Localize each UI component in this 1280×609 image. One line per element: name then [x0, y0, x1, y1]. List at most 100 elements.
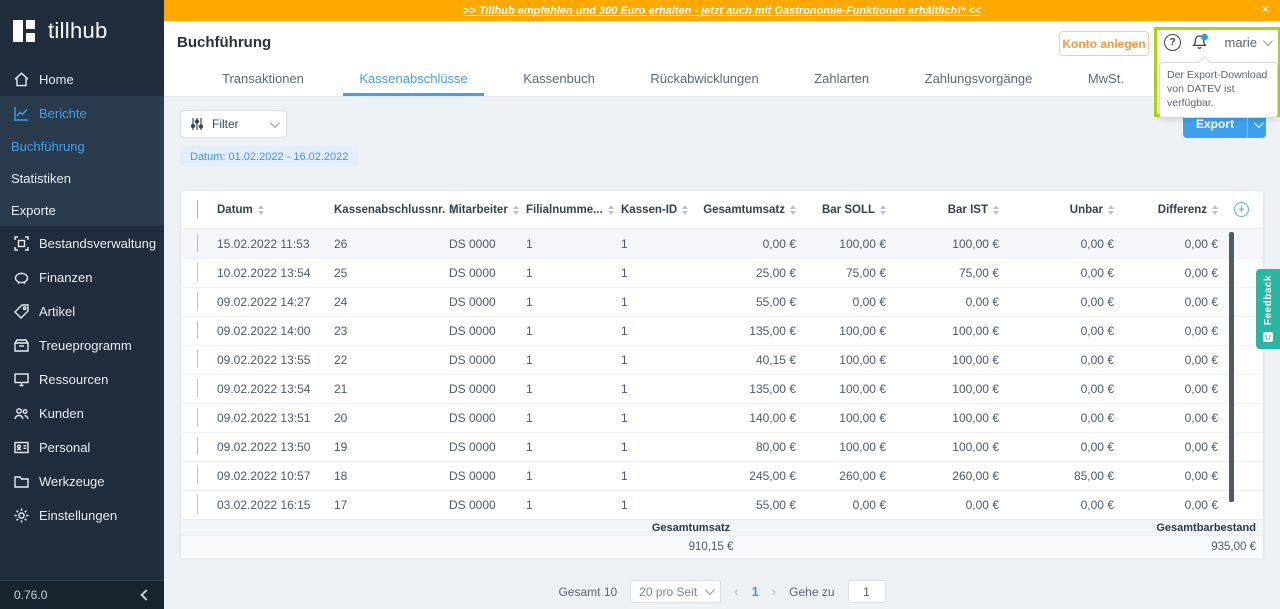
- table-row[interactable]: 03.02.2022 16:15 17 DS 0000 1 1 55,00 € 0,00 €…: [181, 490, 1263, 519]
- sidebar-item-treueprogramm[interactable]: Treueprogramm: [0, 328, 164, 362]
- main-content: Filter Datum: 01.02.2022 - 16.02.2022 Ex…: [164, 97, 1280, 609]
- sidebar-item-buchfuhrung[interactable]: Buchführung: [0, 130, 164, 162]
- expand-row-icon[interactable]: [197, 408, 198, 426]
- tab-ruckabwicklungen[interactable]: Rückabwicklungen: [634, 64, 774, 96]
- expand-row-icon[interactable]: [197, 292, 198, 310]
- sidebar-item-berichte[interactable]: Berichte: [0, 96, 164, 130]
- table-row[interactable]: 15.02.2022 11:53 26 DS 0000 1 1 0,00 € 100,00 …: [181, 229, 1263, 258]
- notifications-bell-icon[interactable]: [1190, 33, 1209, 52]
- column-header-bar-soll[interactable]: Bar SOLL: [804, 204, 894, 216]
- table-row[interactable]: 09.02.2022 13:50 19 DS 0000 1 1 80,00 € 100,00…: [181, 432, 1263, 461]
- sort-icon[interactable]: [607, 204, 614, 215]
- tab-kassenabschlusse[interactable]: Kassenabschlüsse: [343, 64, 484, 96]
- sidebar-item-label: Werkzeuge: [39, 473, 105, 489]
- close-banner-icon[interactable]: ✕: [1261, 3, 1270, 16]
- sidebar-item-bestandsverwaltung[interactable]: Bestandsverwaltung: [0, 226, 164, 260]
- total-umsatz-label: Gesamtumsatz: [651, 522, 731, 534]
- cell-gesamtumsatz: 245,00 €: [749, 469, 796, 483]
- expand-all-icon[interactable]: [197, 199, 198, 218]
- collapse-sidebar-icon[interactable]: [140, 589, 152, 601]
- sort-icon[interactable]: [880, 204, 886, 215]
- column-label: Gesamtumsatz: [703, 203, 785, 216]
- column-header-gesamtumsatz[interactable]: Gesamtumsatz: [699, 204, 804, 216]
- tab-transaktionen[interactable]: Transaktionen: [206, 64, 320, 96]
- help-icon[interactable]: ?: [1164, 34, 1181, 51]
- app-logo[interactable]: tillhub: [0, 0, 164, 62]
- sidebar-item-exporte[interactable]: Exporte: [0, 194, 164, 226]
- sort-icon[interactable]: [790, 204, 796, 215]
- table-row[interactable]: 09.02.2022 14:00 23 DS 0000 1 1 135,00 € 100,0…: [181, 316, 1263, 345]
- sidebar-item-werkzeuge[interactable]: Werkzeuge: [0, 464, 164, 498]
- user-menu[interactable]: marie: [1224, 35, 1273, 50]
- cell-differenz: 0,00 €: [1184, 266, 1218, 280]
- sort-icon[interactable]: [1108, 204, 1114, 215]
- table-row[interactable]: 09.02.2022 14:27 24 DS 0000 1 1 55,00 € 0,00 €…: [181, 287, 1263, 316]
- table-scrollbar[interactable]: [1229, 232, 1234, 502]
- column-header-kassen-id[interactable]: Kassen-ID: [621, 204, 699, 216]
- sort-icon[interactable]: [1212, 204, 1218, 215]
- filter-button[interactable]: Filter: [180, 110, 287, 138]
- promo-banner[interactable]: >> Tillhub empfehlen und 300 Euro erhalt…: [164, 0, 1280, 21]
- sort-icon[interactable]: [257, 204, 264, 215]
- expand-row-icon[interactable]: [197, 437, 198, 455]
- date-filter-chip[interactable]: Datum: 01.02.2022 - 16.02.2022: [180, 146, 359, 167]
- prev-page-button[interactable]: ‹: [734, 584, 738, 599]
- cell-filialnumme: 1: [526, 266, 533, 280]
- expand-row-icon[interactable]: [197, 495, 198, 513]
- next-page-button[interactable]: ›: [772, 584, 776, 599]
- cell-bar-ist: 100,00 €: [952, 353, 999, 367]
- sidebar-item-statistiken[interactable]: Statistiken: [0, 162, 164, 194]
- sort-icon[interactable]: [993, 204, 999, 215]
- column-header-kassenabschlussnr[interactable]: Kassenabschlussnr.: [334, 204, 457, 216]
- expand-row-icon[interactable]: [197, 379, 198, 397]
- expand-row-icon[interactable]: [197, 321, 198, 339]
- column-header-filialnumme[interactable]: Filialnumme...: [526, 204, 621, 216]
- add-column-icon[interactable]: +: [1234, 202, 1249, 217]
- column-header-differenz[interactable]: Differenz: [1122, 204, 1226, 216]
- sidebar-item-home[interactable]: Home: [0, 62, 164, 96]
- cell-bar-soll: 100,00 €: [839, 382, 886, 396]
- sort-icon[interactable]: [682, 204, 689, 215]
- sidebar-item-label: Buchführung: [11, 138, 85, 154]
- goto-page-input[interactable]: [847, 580, 886, 603]
- cell-filialnumme: 1: [526, 382, 533, 396]
- cell-gesamtumsatz: 80,00 €: [755, 440, 796, 454]
- current-page-button[interactable]: 1: [752, 584, 759, 599]
- feedback-tab[interactable]: Feedback: [1256, 269, 1280, 349]
- tab-zahlarten[interactable]: Zahlarten: [798, 64, 885, 96]
- sidebar-item-kunden[interactable]: Kunden: [0, 396, 164, 430]
- promo-banner-text[interactable]: >> Tillhub empfehlen und 300 Euro erhalt…: [463, 5, 981, 17]
- expand-row-icon[interactable]: [197, 233, 198, 252]
- tab-kassenbuch[interactable]: Kassenbuch: [507, 64, 611, 96]
- per-page-select[interactable]: 20 pro Seit: [630, 580, 722, 603]
- expand-row-icon[interactable]: [197, 350, 198, 368]
- sidebar-item-einstellungen[interactable]: Einstellungen: [0, 498, 164, 532]
- sidebar-item-artikel[interactable]: Artikel: [0, 294, 164, 328]
- table-row[interactable]: 09.02.2022 13:54 21 DS 0000 1 1 135,00 € 100,0…: [181, 374, 1263, 403]
- sidebar-item-personal[interactable]: Personal: [0, 430, 164, 464]
- table-row[interactable]: 09.02.2022 10:57 18 DS 0000 1 1 245,00 € 260,0…: [181, 461, 1263, 490]
- cell-bar-ist: 260,00 €: [952, 469, 999, 483]
- cell-bar-soll: 260,00 €: [839, 469, 886, 483]
- konto-anlegen-button[interactable]: Konto anlegen: [1059, 31, 1149, 56]
- tab-mwst[interactable]: MwSt.: [1072, 64, 1140, 96]
- cell-mitarbeiter: DS 0000: [449, 411, 496, 425]
- expand-row-icon[interactable]: [197, 263, 198, 281]
- tab-zahlungsvorgange[interactable]: Zahlungsvorgänge: [909, 64, 1049, 96]
- column-header-unbar[interactable]: Unbar: [1007, 204, 1122, 216]
- cell-bar-ist: 0,00 €: [965, 498, 999, 512]
- sidebar-item-ressourcen[interactable]: Ressourcen: [0, 362, 164, 396]
- table-row[interactable]: 10.02.2022 13:54 25 DS 0000 1 1 25,00 € 75,00 …: [181, 258, 1263, 287]
- sort-icon[interactable]: [512, 204, 519, 215]
- expand-row-icon[interactable]: [197, 466, 198, 484]
- cell-gesamtumsatz: 0,00 €: [762, 236, 796, 251]
- table-totals-labels: Gesamtumsatz Gesamtbarbestand: [181, 519, 1263, 535]
- table-row[interactable]: 09.02.2022 13:51 20 DS 0000 1 1 140,00 € 100,0…: [181, 403, 1263, 432]
- pagination: Gesamt 10 20 pro Seit ‹ 1 › Gehe zu: [164, 580, 1280, 603]
- table-row[interactable]: 09.02.2022 13:55 22 DS 0000 1 1 40,15 € 100,00…: [181, 345, 1263, 374]
- cell-unbar: 0,00 €: [1080, 236, 1114, 251]
- column-header-mitarbeiter[interactable]: Mitarbeiter: [449, 204, 526, 216]
- column-header-bar-ist[interactable]: Bar IST: [894, 204, 1007, 216]
- sidebar-item-finanzen[interactable]: Finanzen: [0, 260, 164, 294]
- column-header-datum[interactable]: Datum: [217, 204, 334, 216]
